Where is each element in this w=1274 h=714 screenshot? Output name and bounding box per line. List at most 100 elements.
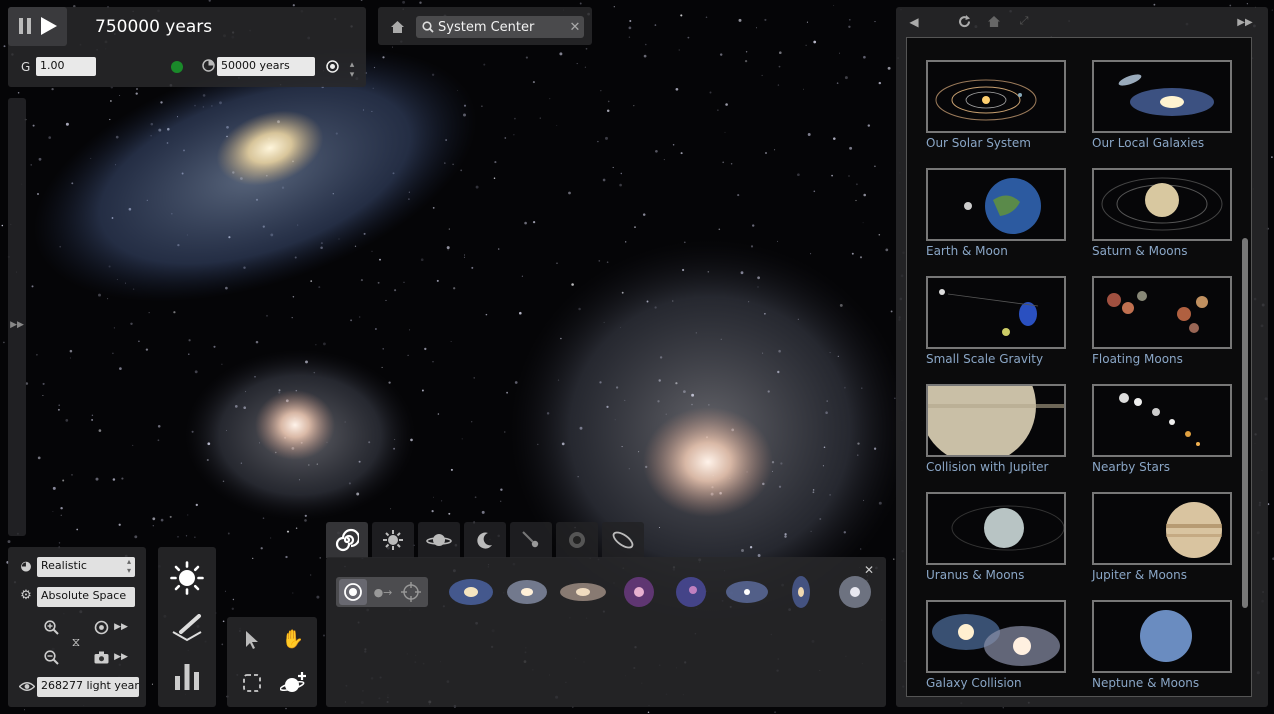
star-particle <box>848 175 850 177</box>
tab-galaxies[interactable] <box>326 522 368 558</box>
left-panel-toggle[interactable]: ▶▶ <box>8 98 26 536</box>
star-particle <box>1002 707 1004 709</box>
star-particle <box>663 159 665 161</box>
star-particle <box>724 131 726 133</box>
star-particle <box>532 220 536 224</box>
sidebar-scrollbar[interactable] <box>1242 238 1248 608</box>
star-particle <box>807 133 811 136</box>
tab-stars[interactable] <box>372 522 414 558</box>
tab-comets[interactable] <box>510 522 552 558</box>
star-particle <box>7 540 11 544</box>
star-particle <box>98 429 102 432</box>
clear-search-icon[interactable]: ✕ <box>568 19 582 35</box>
trail-icon[interactable] <box>170 613 204 643</box>
tab-black-holes[interactable] <box>556 522 598 558</box>
star-particle <box>453 287 456 290</box>
star-particle <box>424 347 427 351</box>
scenario-thumbnail <box>926 276 1066 349</box>
hand-icon[interactable]: ✋ <box>281 627 305 651</box>
star-particle <box>392 46 393 48</box>
scenario-label: Our Solar System <box>926 136 1031 150</box>
tab-rings[interactable] <box>602 522 644 558</box>
star-particle <box>730 162 733 165</box>
gravity-input[interactable]: 1.00 <box>36 57 96 76</box>
view-distance-field[interactable]: 268277 light year <box>37 677 139 697</box>
render-mode-select[interactable]: Realistic ▴ ▾ <box>37 557 135 577</box>
fullscreen-icon[interactable]: ⤢ <box>1016 13 1032 29</box>
refresh-icon[interactable] <box>956 13 972 29</box>
galaxy-preset[interactable] <box>446 573 496 611</box>
camera-target-icon[interactable] <box>92 618 110 636</box>
tab-planets[interactable] <box>418 522 460 558</box>
time-step-input[interactable]: 50000 years <box>217 57 315 76</box>
star-particle <box>797 173 800 177</box>
pointer-icon[interactable] <box>241 629 263 651</box>
pause-button[interactable] <box>16 16 34 36</box>
scenario-tile[interactable]: Neptune & Moons <box>1092 600 1232 690</box>
search-input[interactable] <box>438 16 566 38</box>
galaxy-preset[interactable] <box>558 573 608 611</box>
galaxy-preset[interactable] <box>666 573 716 611</box>
camera-icon[interactable] <box>92 648 110 666</box>
star-particle <box>152 517 156 521</box>
statistics-icon[interactable] <box>172 659 202 691</box>
star-particle <box>576 63 578 65</box>
close-panel-icon[interactable]: ✕ <box>862 563 876 577</box>
star-particle <box>371 250 373 253</box>
selection-box-icon[interactable] <box>240 671 264 695</box>
star-particle <box>863 193 866 197</box>
expand-right-icon: ▶▶ <box>10 320 24 330</box>
star-particle <box>672 144 675 146</box>
play-button[interactable] <box>38 15 60 37</box>
star-particle <box>874 165 876 168</box>
scenario-tile[interactable]: Uranus & Moons <box>926 492 1066 582</box>
collapse-sidebar-icon[interactable]: ▶▶ <box>1236 14 1254 30</box>
space-mode-select[interactable]: Absolute Space <box>37 587 135 607</box>
star-particle <box>187 514 189 516</box>
tab-moons[interactable] <box>464 522 506 558</box>
search-field[interactable]: ✕ <box>416 16 584 38</box>
scenario-label: Neptune & Moons <box>1092 676 1200 690</box>
step-dropdown-icon[interactable]: ▴ ▾ <box>346 60 358 80</box>
fast-forward-icon[interactable]: ▶▶ <box>112 619 130 635</box>
scenario-tile[interactable]: Collision with Jupiter <box>926 384 1066 474</box>
scenario-tile[interactable]: Jupiter & Moons <box>1092 492 1232 582</box>
place-with-velocity-icon[interactable]: ●→ <box>370 579 396 605</box>
galaxy-preset[interactable] <box>776 573 826 611</box>
galaxy-preset[interactable] <box>614 573 664 611</box>
star-particle <box>539 117 541 119</box>
scenario-tile[interactable]: Saturn & Moons <box>1092 168 1232 258</box>
star-particle <box>390 508 392 510</box>
zoom-in-icon[interactable] <box>42 618 60 636</box>
star-particle <box>867 124 871 127</box>
scenario-tile[interactable]: Floating Moons <box>1092 276 1232 366</box>
fast-forward-icon[interactable]: ▶▶ <box>112 649 130 665</box>
galaxy-preset[interactable] <box>722 573 772 611</box>
star-particle <box>680 152 683 155</box>
galaxy-preset[interactable] <box>830 573 880 611</box>
galaxy-preset[interactable] <box>502 573 552 611</box>
home-icon[interactable] <box>388 18 406 36</box>
scenario-tile[interactable]: Galaxy Collision <box>926 600 1066 690</box>
center-view-icon[interactable]: ⧖ <box>68 633 84 651</box>
place-at-center-icon[interactable] <box>339 579 367 605</box>
star-particle <box>838 52 840 54</box>
crosshair-icon[interactable] <box>398 579 424 605</box>
scenario-tile[interactable]: Nearby Stars <box>1092 384 1232 474</box>
zoom-out-icon[interactable] <box>42 648 60 666</box>
star-particle <box>885 248 889 252</box>
home-icon[interactable] <box>986 13 1002 29</box>
back-icon[interactable]: ◀ <box>906 14 922 30</box>
star-particle <box>260 547 263 550</box>
scenario-tile[interactable]: Small Scale Gravity <box>926 276 1066 366</box>
star-particle <box>52 511 54 512</box>
scenario-tile[interactable]: Our Solar System <box>926 60 1066 150</box>
scenario-tile[interactable]: Our Local Galaxies <box>1092 60 1232 150</box>
scenario-tile[interactable]: Earth & Moon <box>926 168 1066 258</box>
target-icon[interactable] <box>324 58 340 74</box>
star-particle <box>607 100 610 103</box>
brightness-icon[interactable] <box>168 559 206 597</box>
star-particle <box>231 607 234 610</box>
scenario-label: Small Scale Gravity <box>926 352 1044 366</box>
add-planet-icon[interactable] <box>279 669 309 697</box>
